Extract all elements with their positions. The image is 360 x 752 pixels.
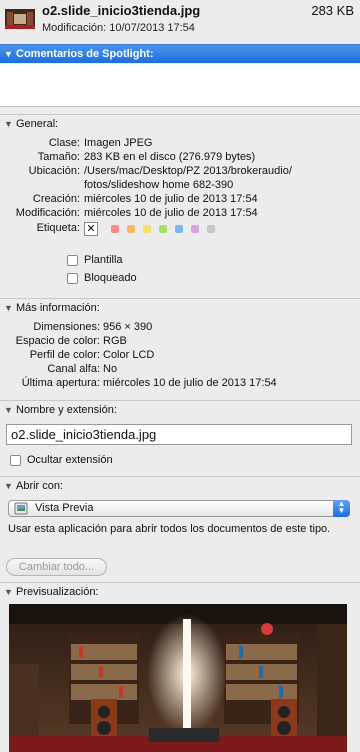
disclosure-triangle-icon[interactable]: ▼ (4, 299, 13, 317)
change-all-button[interactable]: Cambiar todo... (6, 558, 107, 576)
section-title: Más información: (16, 302, 100, 314)
disclosure-triangle-icon[interactable]: ▼ (4, 45, 13, 63)
filename-field[interactable]: o2.slide_inicio3tienda.jpg (6, 424, 352, 445)
general-row-key: Tamaño: (37, 151, 80, 163)
hide-extension-checkbox[interactable] (10, 455, 21, 466)
tag-green-swatch[interactable] (159, 225, 167, 233)
image-preview (9, 604, 347, 752)
section-title: Abrir con: (16, 480, 64, 492)
general-row-key: Creación: (32, 193, 80, 205)
modified-label: Modificación: (42, 22, 107, 34)
section-title: Comentarios de Spotlight: (16, 48, 154, 60)
popup-arrows-icon: ▲ ▼ (333, 500, 350, 517)
more-info-row-value: miércoles 10 de julio de 2013 17:54 (103, 377, 277, 389)
general-row-value: /Users/mac/Desktop/PZ 2013/brokeraudio/ (84, 165, 292, 177)
tag-yellow-swatch[interactable] (143, 225, 151, 233)
disclosure-triangle-icon[interactable]: ▼ (4, 477, 13, 495)
more-info-row-key: Canal alfa: (47, 363, 100, 375)
file-thumbnail-icon (5, 9, 35, 29)
section-more-info[interactable]: ▼ Más información: (0, 298, 360, 317)
disclosure-triangle-icon[interactable]: ▼ (4, 401, 13, 419)
section-open-with[interactable]: ▼ Abrir con: (0, 476, 360, 495)
spotlight-comments-field[interactable] (0, 64, 360, 107)
file-modified: Modificación: 10/07/2013 17:54 (42, 22, 195, 34)
more-info-row-value: Color LCD (103, 349, 155, 361)
section-title: Previsualización: (16, 586, 99, 598)
more-info-row-key: Última apertura: (21, 377, 100, 389)
open-with-popup[interactable]: Vista Previa ▲ ▼ (8, 500, 350, 517)
more-info-row-value: No (103, 363, 118, 375)
locked-checkbox[interactable] (67, 273, 78, 284)
more-info-row-key: Espacio de color: (15, 335, 100, 347)
section-title: General: (16, 118, 59, 130)
section-title: Nombre y extensión: (16, 404, 117, 416)
open-with-value: Vista Previa (35, 502, 94, 514)
more-info-row-key: Dimensiones: (33, 321, 100, 333)
more-info-row-key: Perfil de color: (29, 349, 100, 361)
more-info-row-value: 956 × 390 (103, 321, 153, 333)
preview-photo (9, 604, 347, 752)
general-row-value: Imagen JPEG (84, 137, 153, 149)
general-row-key: Clase: (48, 137, 80, 149)
template-checkbox[interactable] (67, 255, 78, 266)
locked-label: Bloqueado (84, 272, 137, 284)
general-row-key: Modificación: (15, 207, 80, 219)
tag-purple-swatch[interactable] (191, 225, 199, 233)
general-row-key: Ubicación: (28, 165, 80, 177)
section-spotlight-comments[interactable]: ▼ Comentarios de Spotlight: (0, 44, 360, 63)
hide-extension-label: Ocultar extensión (27, 454, 113, 466)
file-name: o2.slide_inicio3tienda.jpg (42, 3, 201, 18)
section-preview[interactable]: ▼ Previsualización: (0, 582, 360, 601)
section-name-extension[interactable]: ▼ Nombre y extensión: (0, 400, 360, 419)
file-size: 283 KB (311, 3, 354, 18)
section-general[interactable]: ▼ General: (0, 114, 360, 133)
tag-none-button[interactable]: ✕ (84, 222, 98, 236)
tag-orange-swatch[interactable] (127, 225, 135, 233)
general-row-value: miércoles 10 de julio de 2013 17:54 (84, 207, 258, 219)
modified-value: 10/07/2013 17:54 (109, 22, 195, 34)
more-info-row-value: RGB (103, 335, 127, 347)
general-row-value: 283 KB en el disco (276.979 bytes) (84, 151, 256, 163)
tag-gray-swatch[interactable] (207, 225, 215, 233)
preview-app-icon (14, 502, 28, 515)
disclosure-triangle-icon[interactable]: ▼ (4, 115, 13, 133)
disclosure-triangle-icon[interactable]: ▼ (4, 583, 13, 601)
template-label: Plantilla (84, 254, 123, 266)
info-header: o2.slide_inicio3tienda.jpg 283 KB Modifi… (0, 0, 360, 42)
tag-label: Etiqueta: (36, 222, 80, 234)
tag-blue-swatch[interactable] (175, 225, 183, 233)
general-row-value: fotos/slideshow home 682-390 (84, 179, 234, 191)
open-with-description: Usar esta aplicación para abrir todos lo… (8, 523, 331, 535)
general-row-value: miércoles 10 de julio de 2013 17:54 (84, 193, 258, 205)
tag-red-swatch[interactable] (111, 225, 119, 233)
